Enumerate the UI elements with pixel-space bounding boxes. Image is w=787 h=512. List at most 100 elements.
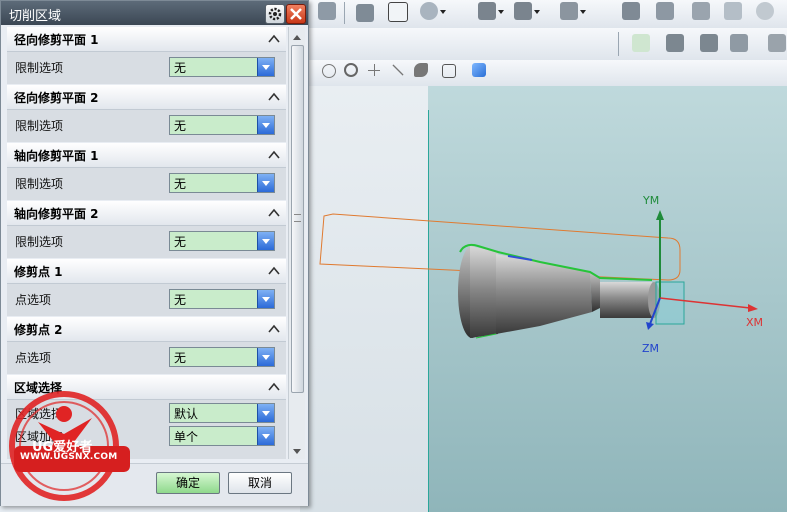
limit-option-select[interactable]: 无 <box>169 231 275 251</box>
scroll-thumb[interactable] <box>291 45 304 393</box>
cancel-button[interactable]: 取消 <box>228 472 292 494</box>
section-title: 修剪点 2 <box>14 323 63 337</box>
tool-path-icon[interactable] <box>478 2 504 20</box>
dropdown-arrow-icon[interactable] <box>257 174 274 192</box>
select-value: 单个 <box>174 430 199 444</box>
select-value: 无 <box>174 61 187 75</box>
list-icon[interactable] <box>730 34 748 52</box>
section-title: 径向修剪平面 1 <box>14 33 99 47</box>
section-body: 限制选项 无 <box>7 110 286 142</box>
dropdown-arrow-icon[interactable] <box>257 348 274 366</box>
search-icon[interactable] <box>756 2 774 20</box>
collapse-icon[interactable] <box>268 91 280 103</box>
select-value: 无 <box>174 119 187 133</box>
collapse-icon[interactable] <box>268 33 280 45</box>
section-body: 限制选项 无 <box>7 168 286 200</box>
section-title: 轴向修剪平面 1 <box>14 149 99 163</box>
grid-icon[interactable] <box>442 64 456 78</box>
dropdown-arrow-icon[interactable] <box>257 427 274 445</box>
ok-button[interactable]: 确定 <box>156 472 220 494</box>
operation-icon[interactable] <box>356 4 374 22</box>
collapse-icon[interactable] <box>268 323 280 335</box>
limit-option-label: 限制选项 <box>15 61 64 75</box>
gear-tool-icon[interactable] <box>656 2 674 20</box>
section-header[interactable]: 修剪点 2 <box>7 317 286 342</box>
point-option-label: 点选项 <box>15 351 52 365</box>
limit-option-select[interactable]: 无 <box>169 115 275 135</box>
circle-icon[interactable] <box>322 64 336 78</box>
cube-icon[interactable] <box>472 63 486 77</box>
shape-icon[interactable] <box>414 63 428 77</box>
scroll-up-icon[interactable] <box>289 27 305 43</box>
scroll-down-icon[interactable] <box>289 443 305 459</box>
collapse-icon[interactable] <box>268 265 280 277</box>
grip-icon <box>294 214 301 222</box>
section-body: 限制选项 无 <box>7 52 286 84</box>
plus-icon[interactable] <box>724 2 742 20</box>
section-title: 径向修剪平面 2 <box>14 91 99 105</box>
parent-icon[interactable] <box>666 34 684 52</box>
dialog-title: 切削区域 <box>9 9 62 24</box>
select-value: 无 <box>174 351 187 365</box>
close-icon <box>290 8 302 20</box>
section-radial-trim-1: 径向修剪平面 1 限制选项 无 <box>7 27 286 85</box>
dropdown-arrow-icon[interactable] <box>257 404 274 422</box>
ugsnx-watermark-logo: WWW.UGSNX.COM UG爱好者 <box>8 388 132 502</box>
collapse-icon[interactable] <box>268 381 280 393</box>
line-icon[interactable] <box>392 64 404 76</box>
dropdown-arrow-icon[interactable] <box>257 58 274 76</box>
verify-icon[interactable] <box>514 2 540 20</box>
machine-icon[interactable] <box>622 2 640 20</box>
limit-option-select[interactable]: 无 <box>169 173 275 193</box>
gear-icon <box>268 7 282 21</box>
flag-icon[interactable] <box>768 34 786 52</box>
check-icon[interactable] <box>632 34 650 52</box>
settings-button[interactable] <box>265 4 285 24</box>
limit-option-select[interactable]: 无 <box>169 57 275 77</box>
cross-icon[interactable] <box>368 64 380 76</box>
axis-x-label: XM <box>746 316 764 329</box>
section-trim-point-1: 修剪点 1 点选项 无 <box>7 259 286 317</box>
watermark-brand: UG爱好者 <box>32 440 93 455</box>
dialog-titlebar[interactable]: 切削区域 <box>1 1 308 25</box>
limit-option-label: 限制选项 <box>15 235 64 249</box>
section-radial-trim-2: 径向修剪平面 2 限制选项 无 <box>7 85 286 143</box>
section-header[interactable]: 径向修剪平面 2 <box>7 85 286 110</box>
point-option-select[interactable]: 无 <box>169 289 275 309</box>
section-header[interactable]: 轴向修剪平面 2 <box>7 201 286 226</box>
point-option-select[interactable]: 无 <box>169 347 275 367</box>
toolbar-row-3 <box>300 60 787 87</box>
graphics-viewport[interactable]: YM XM ZM <box>300 86 787 512</box>
postprocess-icon[interactable] <box>560 2 586 20</box>
close-button[interactable] <box>286 4 306 24</box>
section-body: 限制选项 无 <box>7 226 286 258</box>
point-option-label: 点选项 <box>15 293 52 307</box>
select-value: 无 <box>174 293 187 307</box>
dropdown-arrow-icon[interactable] <box>257 290 274 308</box>
dropdown-arrow-icon[interactable] <box>257 116 274 134</box>
clock-icon[interactable] <box>420 2 446 20</box>
dropdown-arrow-icon[interactable] <box>257 232 274 250</box>
dialog-scrollbar[interactable] <box>288 27 305 459</box>
section-body: 点选项 无 <box>7 284 286 316</box>
axis-z-label: ZM <box>642 342 660 355</box>
limit-option-label: 限制选项 <box>15 177 64 191</box>
region-machining-select[interactable]: 单个 <box>169 426 275 446</box>
section-header[interactable]: 修剪点 1 <box>7 259 286 284</box>
section-title: 修剪点 1 <box>14 265 63 279</box>
toolbar-row-2 <box>300 28 787 61</box>
section-title: 轴向修剪平面 2 <box>14 207 99 221</box>
report-icon[interactable] <box>388 2 408 22</box>
target-icon[interactable] <box>344 63 358 77</box>
collapse-icon[interactable] <box>268 149 280 161</box>
part-model[interactable] <box>300 86 787 512</box>
section-trim-point-2: 修剪点 2 点选项 无 <box>7 317 286 375</box>
section-header[interactable]: 径向修剪平面 1 <box>7 27 286 52</box>
region-selection-select[interactable]: 默认 <box>169 403 275 423</box>
shop-doc-icon[interactable] <box>692 2 710 20</box>
collapse-icon[interactable] <box>268 207 280 219</box>
group-icon[interactable] <box>700 34 718 52</box>
section-header[interactable]: 轴向修剪平面 1 <box>7 143 286 168</box>
section-axial-trim-2: 轴向修剪平面 2 限制选项 无 <box>7 201 286 259</box>
table-icon[interactable] <box>318 2 336 20</box>
